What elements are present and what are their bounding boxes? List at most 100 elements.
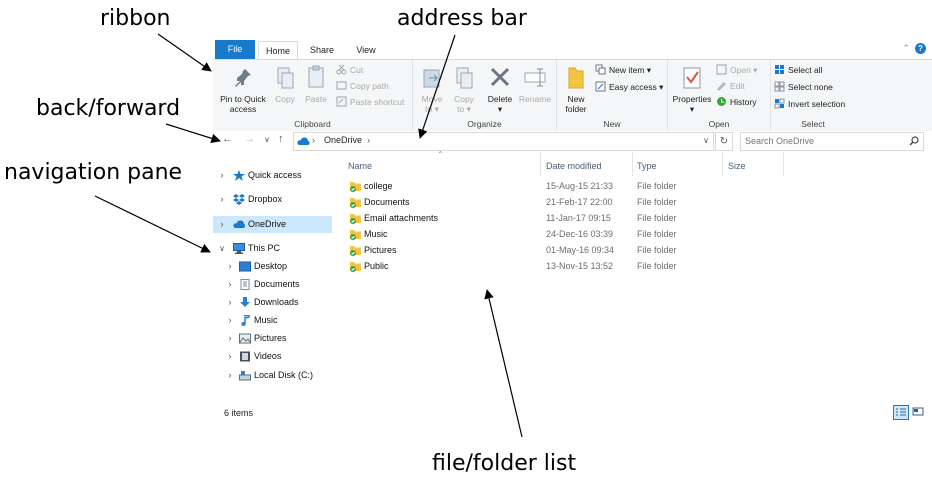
details-view-icon[interactable] (893, 405, 909, 420)
search-input[interactable] (745, 134, 895, 148)
chevron-right-icon[interactable]: › (225, 312, 235, 329)
paste-button[interactable]: Paste (301, 64, 331, 104)
column-header-name[interactable]: Name (348, 156, 372, 176)
column-divider[interactable] (722, 152, 723, 176)
nav-label: Videos (254, 351, 282, 361)
chevron-right-icon[interactable]: › (217, 167, 227, 184)
nav-item-quick-access[interactable]: › Quick access (213, 167, 332, 184)
chevron-right-icon[interactable]: › (225, 348, 235, 365)
copy-path-button[interactable]: Copy path (336, 80, 389, 93)
breadcrumb-onedrive[interactable]: OneDrive (324, 135, 362, 145)
delete-button[interactable]: Delete ▾ (485, 64, 515, 114)
history-button[interactable]: History (716, 96, 756, 109)
file-row[interactable]: college 15-Aug-15 21:33 File folder (340, 178, 760, 194)
nav-item-pictures[interactable]: › Pictures (213, 330, 332, 347)
file-row[interactable]: Music 24-Dec-16 03:39 File folder (340, 226, 760, 242)
invert-selection-button[interactable]: Invert selection (774, 98, 845, 111)
ribbon: Pin to Quick access Copy Paste Cut Copy … (213, 59, 932, 132)
chevron-down-icon[interactable]: ∨ (217, 240, 227, 257)
tab-file[interactable]: File (215, 40, 255, 59)
refresh-icon[interactable]: ↻ (715, 132, 733, 151)
nav-item-videos[interactable]: › Videos (213, 348, 332, 365)
nav-label: Music (254, 315, 278, 325)
nav-item-this-pc[interactable]: ∨ This PC (213, 240, 332, 257)
nav-item-desktop[interactable]: › Desktop (213, 258, 332, 275)
copy-path-icon (336, 81, 347, 90)
column-header-date[interactable]: Date modified (546, 156, 602, 176)
column-divider[interactable] (540, 152, 541, 176)
move-to-button[interactable]: Move to ▾ (417, 64, 447, 114)
status-item-count: 6 items (224, 408, 254, 418)
select-all-label: Select all (788, 65, 823, 75)
copy-to-icon (456, 67, 473, 89)
easy-access-button[interactable]: Easy access ▾ (595, 81, 663, 94)
select-all-button[interactable]: Select all (774, 64, 823, 77)
file-date: 24-Dec-16 03:39 (546, 229, 614, 239)
back-arrow-icon[interactable]: ← (222, 133, 233, 145)
file-date: 21-Feb-17 22:00 (546, 197, 613, 207)
recent-locations-chevron-icon[interactable]: ∨ (264, 135, 270, 144)
tab-view[interactable]: View (346, 41, 386, 59)
document-icon (240, 279, 250, 290)
new-item-button[interactable]: New item ▾ (595, 64, 651, 77)
search-box[interactable] (740, 132, 924, 151)
tab-share[interactable]: Share (301, 41, 343, 59)
forward-arrow-icon[interactable]: → (244, 133, 255, 145)
annotation-file-list: file/folder list (432, 451, 577, 476)
properties-button[interactable]: Properties ▾ (670, 64, 714, 114)
new-folder-label-1: New (567, 94, 585, 104)
pin-quick-access-button[interactable]: Pin to Quick access (217, 64, 269, 114)
chevron-right-icon[interactable]: › (225, 294, 235, 311)
breadcrumb-chevron-icon[interactable]: › (367, 135, 370, 145)
nav-item-documents[interactable]: › Documents (213, 276, 332, 293)
address-bar[interactable]: › OneDrive › ∨ (293, 132, 714, 151)
column-header-type[interactable]: Type (637, 156, 657, 176)
edit-button[interactable]: Edit (716, 80, 745, 93)
column-header-size[interactable]: Size (728, 156, 746, 176)
up-arrow-icon[interactable]: ↑ (278, 133, 284, 145)
paste-shortcut-button[interactable]: Paste shortcut (336, 96, 404, 109)
chevron-right-icon[interactable]: › (217, 191, 227, 208)
pin-icon (235, 69, 251, 87)
select-all-icon (775, 65, 784, 74)
collapse-ribbon-icon[interactable]: ⌃ (902, 43, 910, 54)
new-folder-button[interactable]: New folder (559, 64, 593, 114)
address-dropdown-icon[interactable]: ∨ (703, 136, 709, 145)
column-divider[interactable] (632, 152, 633, 176)
chevron-right-icon[interactable]: › (225, 330, 235, 347)
group-open: Properties ▾ Open ▾ Edit History Open (668, 60, 771, 131)
chevron-right-icon[interactable]: › (225, 258, 235, 275)
help-icon[interactable]: ? (915, 43, 926, 54)
select-none-button[interactable]: Select none (774, 81, 833, 94)
file-row[interactable]: Public 13-Nov-15 13:52 File folder (340, 258, 760, 274)
move-to-label-2: to ▾ (425, 104, 439, 114)
nav-item-music[interactable]: › Music (213, 312, 332, 329)
large-icons-view-icon[interactable] (911, 405, 925, 418)
copy-to-button[interactable]: Copy to ▾ (449, 64, 479, 114)
search-icon[interactable] (909, 136, 919, 146)
file-date: 11-Jan-17 09:15 (546, 213, 611, 223)
chevron-right-icon[interactable]: › (225, 276, 235, 293)
nav-item-local-disk[interactable]: › Local Disk (C:) (213, 367, 332, 384)
chevron-right-icon[interactable]: › (217, 216, 227, 233)
desktop-icon (239, 261, 251, 272)
paste-icon (308, 65, 324, 88)
file-row[interactable]: Documents 21-Feb-17 22:00 File folder (340, 194, 760, 210)
group-label-open: Open (708, 119, 730, 129)
file-row[interactable]: Email attachments 11-Jan-17 09:15 File f… (340, 210, 760, 226)
nav-item-downloads[interactable]: › Downloads (213, 294, 332, 311)
rename-button[interactable]: Rename (517, 64, 553, 104)
tab-home[interactable]: Home (258, 41, 298, 60)
cut-button[interactable]: Cut (336, 64, 363, 77)
nav-label: Desktop (254, 261, 288, 271)
copy-button[interactable]: Copy (271, 64, 299, 104)
nav-item-dropbox[interactable]: › Dropbox (213, 191, 332, 208)
sort-ascending-icon: ⌃ (437, 150, 444, 159)
chevron-right-icon[interactable]: › (225, 367, 235, 384)
arrow-navigation-pane (94, 195, 211, 253)
nav-item-onedrive[interactable]: › OneDrive (213, 216, 332, 233)
file-row[interactable]: Pictures 01-May-16 09:34 File folder (340, 242, 760, 258)
column-divider[interactable] (783, 152, 784, 176)
open-button[interactable]: Open ▾ (716, 64, 757, 77)
synced-folder-icon (350, 246, 361, 256)
